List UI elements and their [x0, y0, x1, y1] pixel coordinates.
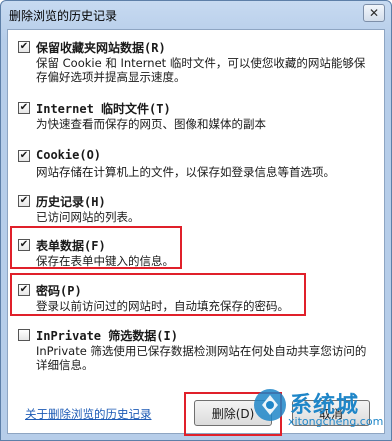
delete-button-label: 删除(D) [211, 406, 255, 421]
option-form-data[interactable]: ✔ 表单数据(F) 保存在表单中键入的信息。 [18, 237, 370, 271]
option-title: Cookie(O) [36, 148, 102, 162]
option-description: 已访问网站的列表。 [36, 210, 140, 224]
option-title: 密码(P) [36, 284, 82, 298]
checkmark-icon: ✔ [19, 195, 29, 206]
option-description: 保留 Cookie 和 Internet 临时文件，可以使您收藏的网站能够保存偏… [36, 56, 366, 84]
dialog-window: 删除浏览的历史记录 ✕ ✔ 保留收藏夹网站数据(R) 保留 Cookie 和 I… [0, 0, 392, 441]
checkmark-icon: ✔ [19, 284, 29, 295]
close-icon: ✕ [368, 6, 380, 20]
checkbox-preserve-favorites[interactable]: ✔ [18, 41, 30, 53]
watermark: 系统城 xitongcheng.com [250, 385, 390, 435]
option-title: 历史记录(H) [36, 195, 106, 209]
checkmark-icon: ✔ [19, 150, 29, 161]
option-passwords[interactable]: ✔ 密码(P) 登录以前访问过的网站时，自动填充保存的密码。 [18, 282, 370, 316]
checkbox-form-data[interactable]: ✔ [18, 239, 30, 251]
title-bar[interactable]: 删除浏览的历史记录 ✕ [1, 1, 391, 29]
option-title: 表单数据(F) [36, 239, 106, 253]
dialog-title: 删除浏览的历史记录 [9, 9, 118, 23]
option-title: Internet 临时文件(T) [36, 102, 171, 116]
checkmark-icon: ✔ [19, 239, 29, 250]
checkmark-icon: ✔ [19, 41, 29, 52]
checkmark-icon: ✔ [19, 102, 29, 113]
option-inprivate-filtering[interactable]: InPrivate 筛选数据(I) InPrivate 筛选使用已保存数据检测网… [18, 327, 370, 372]
option-title: 保留收藏夹网站数据(R) [36, 41, 166, 55]
option-description: 网站存储在计算机上的文件，以保存如登录信息等首选项。 [36, 165, 335, 179]
about-deleting-history-link[interactable]: 关于删除浏览的历史记录 [25, 406, 152, 422]
option-preserve-favorites[interactable]: ✔ 保留收藏夹网站数据(R) 保留 Cookie 和 Internet 临时文件… [18, 39, 370, 84]
close-button[interactable]: ✕ [363, 4, 385, 22]
watermark-subtext: xitongcheng.com [288, 415, 384, 428]
checkbox-temp-internet-files[interactable]: ✔ [18, 102, 30, 114]
checkbox-passwords[interactable]: ✔ [18, 284, 30, 296]
option-history[interactable]: ✔ 历史记录(H) 已访问网站的列表。 [18, 193, 370, 227]
checkbox-inprivate-filtering[interactable] [18, 329, 30, 341]
option-description: InPrivate 筛选使用已保存数据检测网站在何处自动共享您访问的详细信息。 [36, 344, 367, 372]
watermark-logo-icon [254, 389, 286, 421]
option-cookies[interactable]: ✔ Cookie(O) 网站存储在计算机上的文件，以保存如登录信息等首选项。 [18, 148, 370, 182]
option-title: InPrivate 筛选数据(I) [36, 329, 178, 343]
option-temp-internet-files[interactable]: ✔ Internet 临时文件(T) 为快速查看而保存的网页、图像和媒体的副本 [18, 100, 370, 134]
option-description: 登录以前访问过的网站时，自动填充保存的密码。 [36, 299, 289, 313]
checkbox-cookies[interactable]: ✔ [18, 150, 30, 162]
checkbox-history[interactable]: ✔ [18, 195, 30, 207]
dialog-content: ✔ 保留收藏夹网站数据(R) 保留 Cookie 和 Internet 临时文件… [7, 29, 385, 436]
option-description: 为快速查看而保存的网页、图像和媒体的副本 [36, 117, 266, 131]
option-description: 保存在表单中键入的信息。 [36, 254, 174, 268]
